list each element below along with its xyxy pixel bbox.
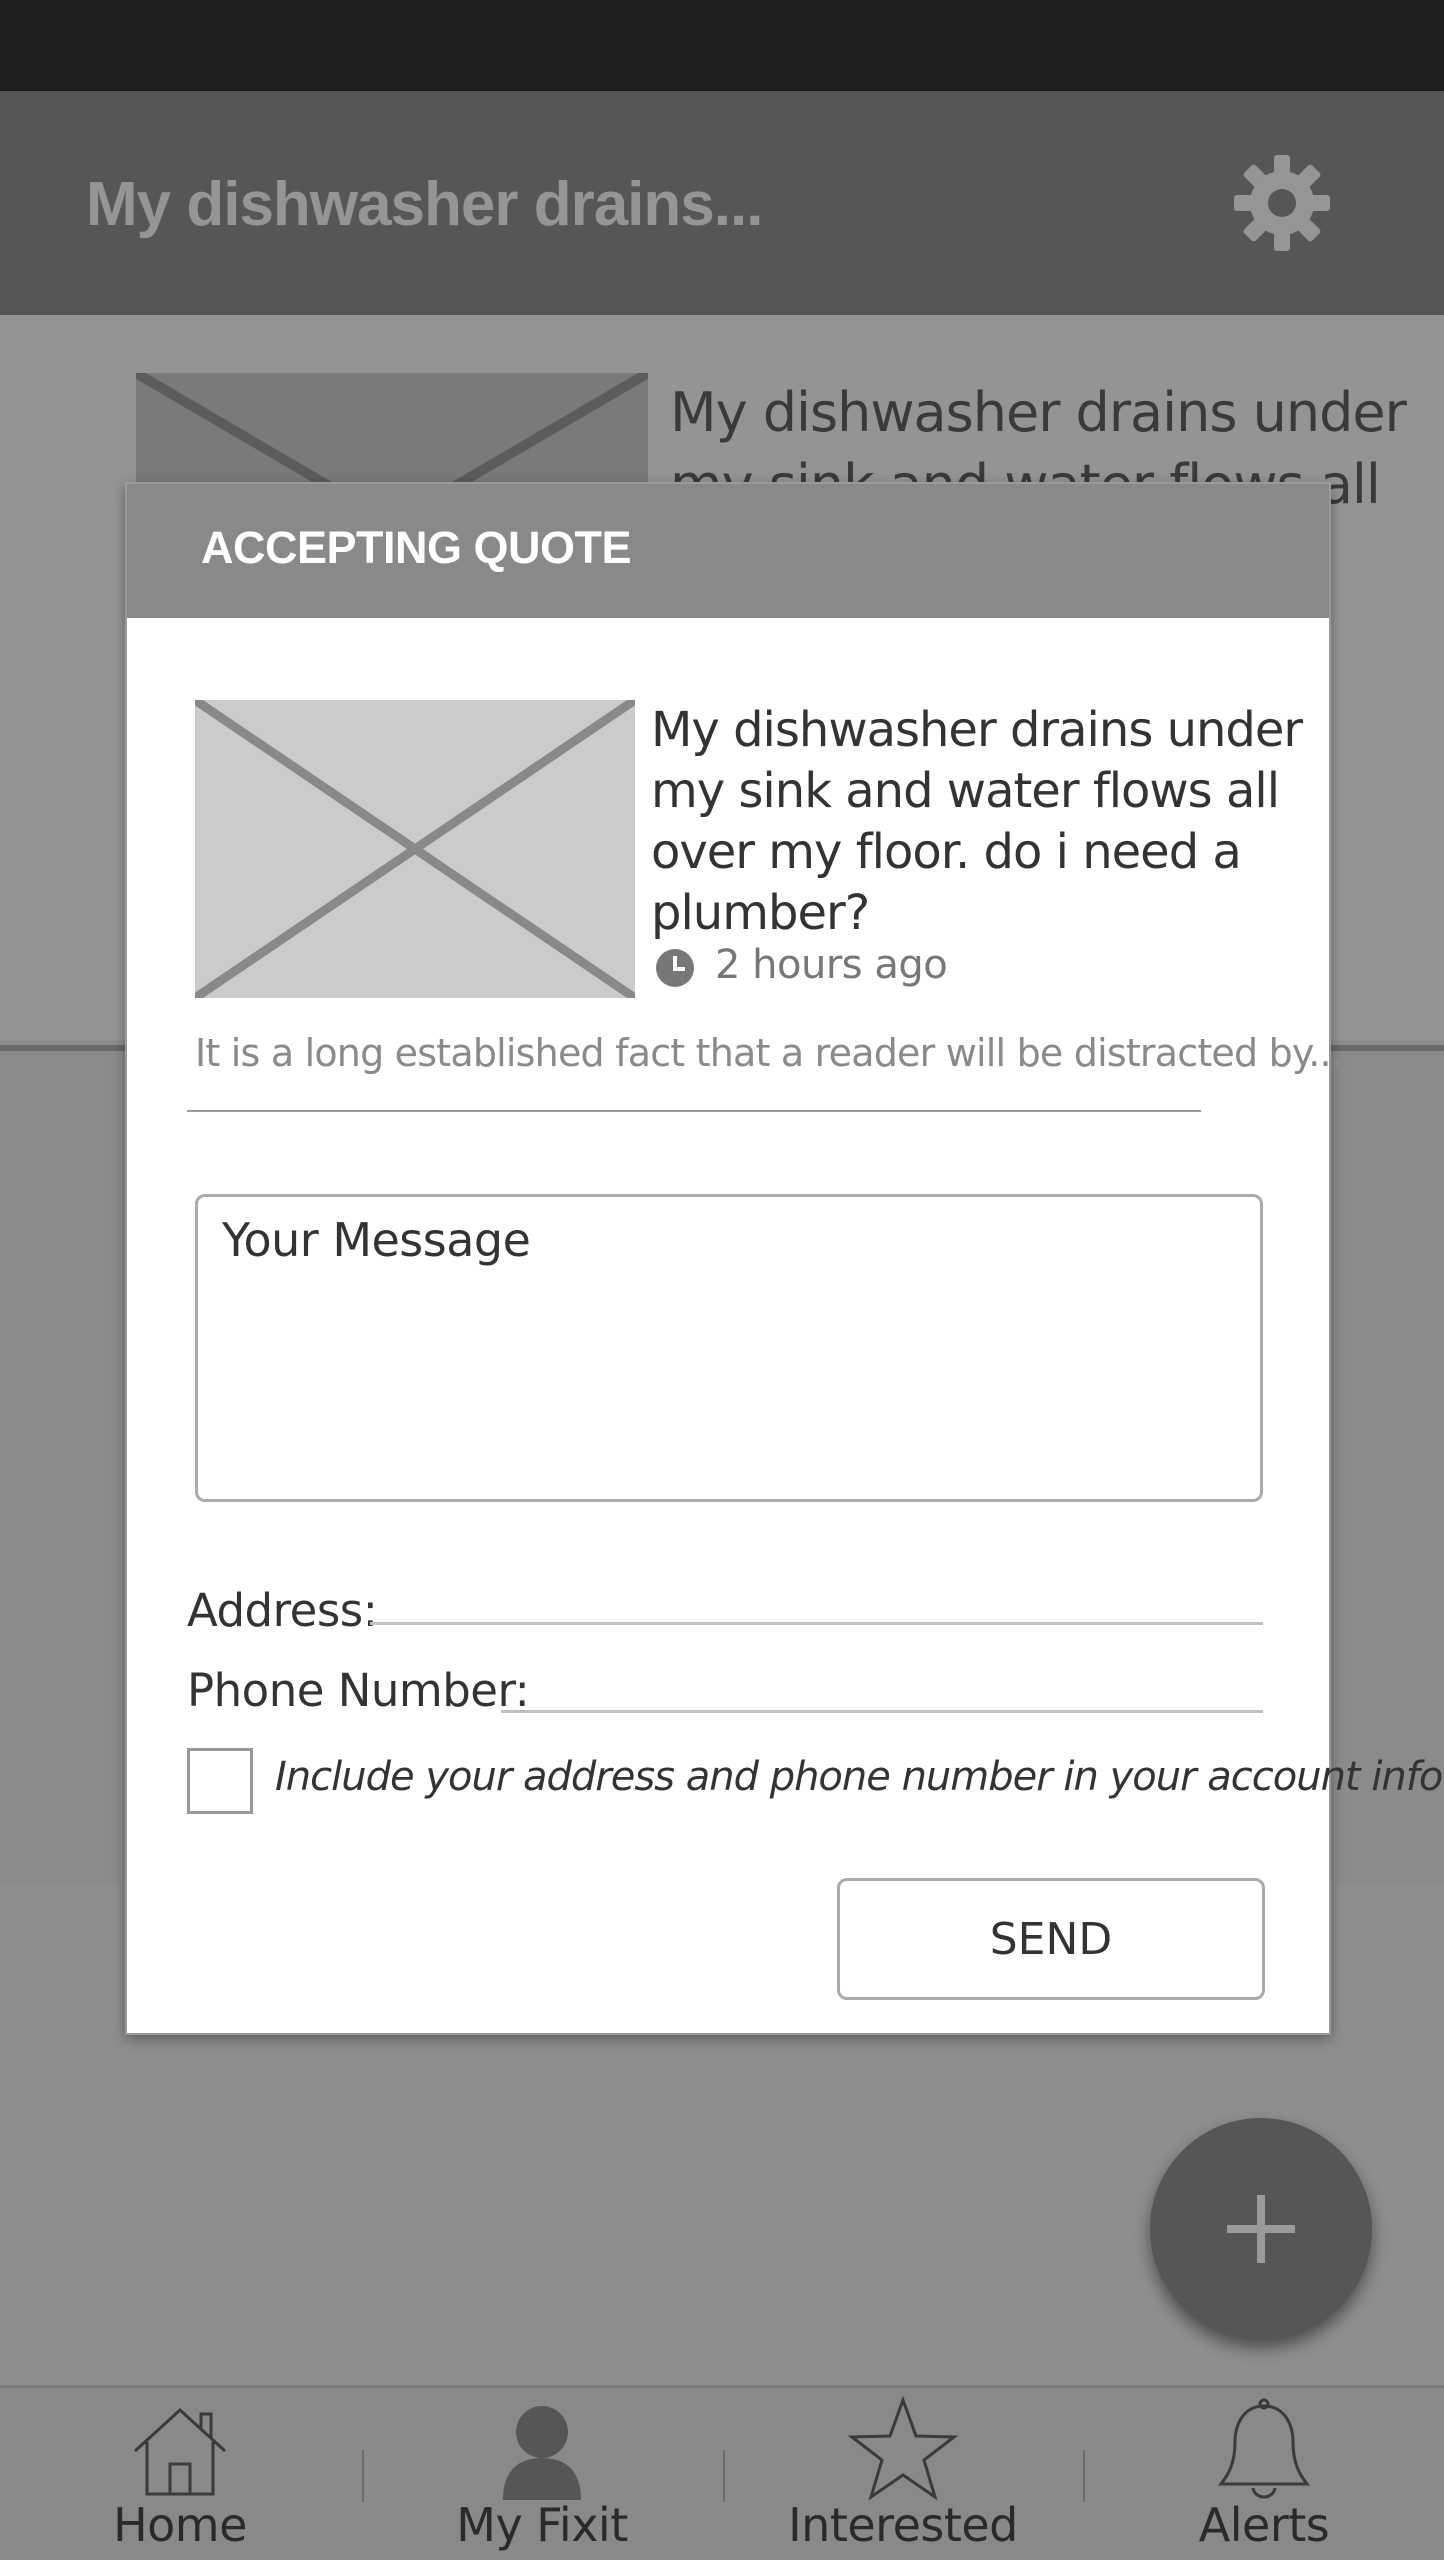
nav-label-interested: Interested: [788, 2498, 1018, 2552]
include-info-checkbox[interactable]: [187, 1748, 253, 1814]
app-title: My dishwasher drains...: [86, 170, 763, 239]
dialog-header: ACCEPTING QUOTE: [127, 484, 1329, 618]
nav-item-interested[interactable]: Interested: [723, 2388, 1083, 2560]
address-label: Address:: [187, 1584, 378, 1637]
send-button[interactable]: SEND: [837, 1878, 1265, 2000]
bottom-nav: Home My Fixit Interested Alerts: [0, 2385, 1444, 2560]
checkbox-label: Include your address and phone number in…: [275, 1754, 1444, 1800]
phone-label: Phone Number:: [187, 1664, 530, 1717]
divider: [187, 1110, 1201, 1112]
image-placeholder: [195, 700, 635, 998]
app-bar: My dishwasher drains...: [0, 91, 1444, 315]
plus-icon: [1227, 2195, 1295, 2263]
status-bar: [0, 0, 1444, 91]
message-input[interactable]: Your Message: [195, 1194, 1263, 1502]
nav-label-my-fixit: My Fixit: [456, 2498, 628, 2552]
message-placeholder: Your Message: [222, 1213, 531, 1267]
nav-item-alerts[interactable]: Alerts: [1084, 2388, 1444, 2560]
nav-item-my-fixit[interactable]: My Fixit: [362, 2388, 722, 2560]
nav-label-home: Home: [113, 2498, 247, 2552]
clock-icon: [655, 948, 695, 988]
person-icon: [503, 2406, 581, 2500]
nav-label-alerts: Alerts: [1198, 2498, 1330, 2552]
dialog-title: ACCEPTING QUOTE: [201, 522, 632, 573]
accepting-quote-dialog: ACCEPTING QUOTE My dishwasher drains und…: [125, 482, 1444, 2035]
question-text: My dishwasher drains under my sink and w…: [651, 702, 1303, 941]
gear-icon[interactable]: [1232, 153, 1332, 253]
add-button[interactable]: [1150, 2118, 1372, 2340]
description-text: It is a long established fact that a rea…: [195, 1031, 1343, 1075]
bell-icon: [1217, 2398, 1311, 2499]
nav-item-home[interactable]: Home: [0, 2388, 360, 2560]
address-field[interactable]: [370, 1622, 1263, 1625]
timestamp: 2 hours ago: [715, 942, 948, 988]
phone-field[interactable]: [501, 1710, 1263, 1713]
home-icon: [133, 2407, 227, 2496]
star-icon: [848, 2396, 958, 2501]
